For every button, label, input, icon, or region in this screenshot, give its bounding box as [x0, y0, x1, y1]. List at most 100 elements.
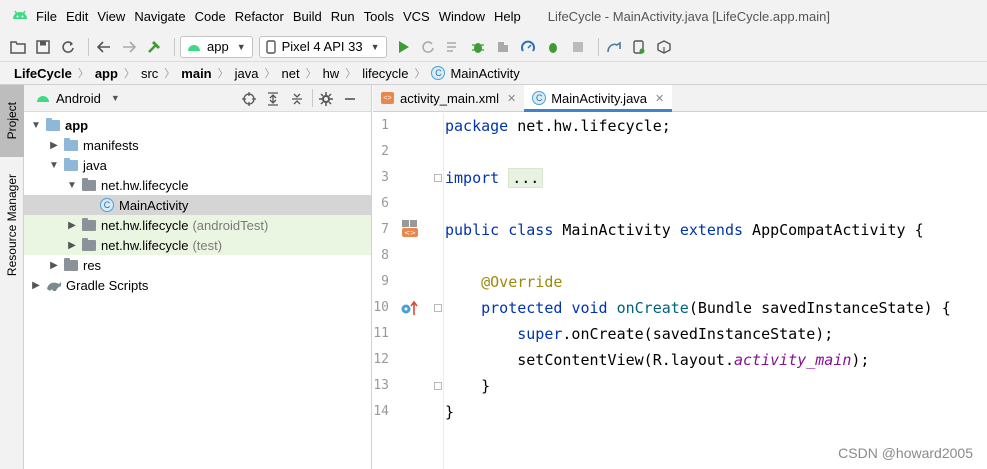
forward-icon[interactable] — [119, 37, 139, 57]
view-mode-selector[interactable]: Android — [56, 91, 101, 106]
chevron-right-icon[interactable]: ▶ — [48, 140, 60, 151]
gear-icon[interactable] — [317, 89, 335, 109]
close-icon[interactable]: ✕ — [507, 92, 516, 105]
collapse-all-icon[interactable] — [288, 89, 306, 109]
tree-item-package-androidtest[interactable]: ▶ net.hw.lifecycle (androidTest) — [24, 215, 371, 235]
override-gutter-icon[interactable] — [401, 300, 419, 316]
tab-mainactivity-java[interactable]: C MainActivity.java ✕ — [524, 85, 673, 112]
fold-marker-icon[interactable] — [434, 174, 442, 182]
tree-item-package-test[interactable]: ▶ net.hw.lifecycle (test) — [24, 235, 371, 255]
project-tool-tab[interactable]: Project — [0, 85, 24, 157]
tree-item-package[interactable]: ▼ net.hw.lifecycle — [24, 175, 371, 195]
close-icon[interactable]: ✕ — [655, 92, 664, 105]
back-icon[interactable] — [94, 37, 114, 57]
crumb-project[interactable]: LifeCycle — [14, 66, 72, 81]
menu-navigate[interactable]: Navigate — [134, 9, 185, 24]
code-line-9: @Override — [445, 269, 562, 295]
attach-debugger-icon[interactable] — [518, 37, 538, 57]
code-editor[interactable]: package net.hw.lifecycle; import ... pub… — [443, 113, 987, 469]
sync-icon[interactable] — [58, 37, 78, 57]
chevron-down-icon[interactable]: ▼ — [30, 120, 42, 131]
apply-code-changes-icon[interactable] — [443, 37, 463, 57]
menu-build[interactable]: Build — [293, 9, 322, 24]
chevron-down-icon: ▼ — [370, 41, 380, 52]
class-icon: C — [532, 91, 547, 105]
sync-gradle-icon[interactable] — [604, 37, 624, 57]
save-icon[interactable] — [33, 37, 53, 57]
menu-edit[interactable]: Edit — [66, 9, 88, 24]
line-number: 11 — [373, 326, 389, 341]
chevron-down-icon[interactable]: ▼ — [48, 160, 60, 171]
code-token: super — [517, 325, 563, 343]
stop-icon[interactable] — [568, 37, 588, 57]
run-config-selector[interactable]: app ▼ — [180, 35, 253, 58]
resource-manager-tool-tab[interactable]: Resource Manager — [0, 165, 24, 285]
chevron-right-icon[interactable]: ▶ — [66, 240, 78, 251]
crumb-mainactivity[interactable]: MainActivity — [450, 66, 519, 81]
code-token: .onCreate(savedInstanceState); — [562, 325, 834, 343]
tree-item-label: app — [65, 117, 89, 133]
locate-icon[interactable] — [240, 89, 258, 109]
crumb-net[interactable]: net — [281, 66, 299, 81]
project-tool-label: Project — [5, 102, 19, 140]
code-token: class — [508, 221, 554, 239]
crumb-src[interactable]: src — [141, 66, 158, 81]
tree-item-res[interactable]: ▶ res — [24, 255, 371, 275]
menu-bar: File Edit View Navigate Code Refactor Bu… — [0, 0, 987, 32]
menu-refactor[interactable]: Refactor — [235, 9, 284, 24]
tree-item-label: java — [83, 157, 107, 173]
crumb-java[interactable]: java — [235, 66, 259, 81]
code-token: protected — [481, 299, 563, 317]
menu-code[interactable]: Code — [195, 9, 226, 24]
crumb-hw[interactable]: hw — [323, 66, 340, 81]
code-token: @Override — [481, 273, 563, 291]
tree-item-manifests[interactable]: ▶ manifests — [24, 135, 371, 155]
line-number: 13 — [373, 378, 389, 393]
fold-marker-icon[interactable] — [434, 304, 442, 312]
profile-icon[interactable] — [493, 37, 513, 57]
code-line-3: import ... — [445, 165, 544, 191]
expand-all-icon[interactable] — [264, 89, 282, 109]
toolbar-separator — [312, 89, 313, 107]
apply-changes-icon[interactable] — [418, 37, 438, 57]
menu-vcs[interactable]: VCS — [403, 9, 430, 24]
chevron-down-icon[interactable]: ▼ — [111, 93, 120, 103]
fold-marker-icon[interactable] — [434, 382, 442, 390]
chevron-right-icon[interactable]: ▶ — [30, 280, 42, 291]
tree-item-gradle-scripts[interactable]: ▶ Gradle Scripts — [24, 275, 371, 295]
code-token: } — [481, 377, 491, 395]
chevron-down-icon[interactable]: ▼ — [66, 180, 78, 191]
device-selector[interactable]: Pixel 4 API 33 ▼ — [258, 35, 387, 58]
crumb-lifecycle[interactable]: lifecycle — [362, 66, 408, 81]
crumb-module[interactable]: app — [95, 66, 118, 81]
debug-icon[interactable] — [468, 37, 488, 57]
menu-tools[interactable]: Tools — [364, 9, 394, 24]
minimize-icon[interactable] — [341, 89, 359, 109]
device-manager-icon[interactable] — [629, 37, 649, 57]
folded-imports[interactable]: ... — [508, 168, 544, 188]
tree-item-app[interactable]: ▼ app — [24, 115, 371, 135]
chevron-right-icon[interactable]: ▶ — [66, 220, 78, 231]
layout-gutter-icon[interactable]: <> — [401, 219, 419, 239]
crumb-main[interactable]: main — [181, 66, 211, 81]
tree-item-mainactivity[interactable]: C MainActivity — [24, 195, 371, 215]
code-line-13: } — [445, 373, 490, 399]
menu-run[interactable]: Run — [331, 9, 355, 24]
menu-view[interactable]: View — [97, 9, 125, 24]
open-folder-icon[interactable] — [8, 37, 28, 57]
menu-window[interactable]: Window — [439, 9, 485, 24]
tab-activity-main-xml[interactable]: <> activity_main.xml ✕ — [373, 85, 524, 111]
main-toolbar: app ▼ Pixel 4 API 33 ▼ — [0, 32, 987, 61]
run-icon[interactable] — [393, 37, 413, 57]
menu-help[interactable]: Help — [494, 9, 521, 24]
code-token: } — [445, 403, 455, 421]
chevron-right-icon[interactable]: ▶ — [48, 260, 60, 271]
menu-file[interactable]: File — [36, 9, 57, 24]
sdk-manager-icon[interactable] — [654, 37, 674, 57]
project-panel-tools — [240, 89, 365, 109]
code-token: net.hw.lifecycle; — [508, 117, 671, 135]
build-hammer-icon[interactable] — [144, 37, 164, 57]
tree-item-java[interactable]: ▼ java — [24, 155, 371, 175]
chevron-down-icon: ▼ — [236, 41, 246, 52]
debug-attach-icon[interactable] — [543, 37, 563, 57]
